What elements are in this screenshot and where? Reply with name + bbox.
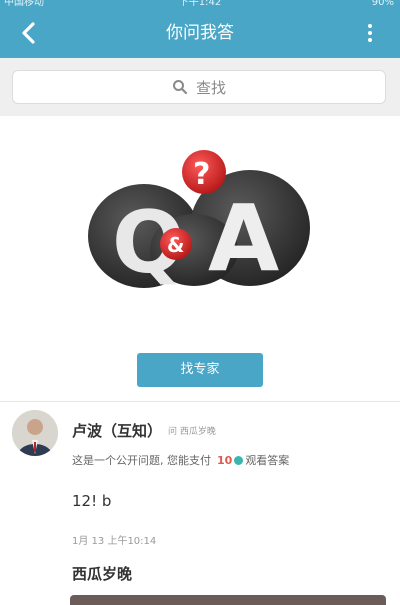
qa-banner: Q A & ? 找专家	[0, 116, 400, 401]
search-input[interactable]: 查找	[12, 70, 386, 104]
status-bar: 中国移动 下午1:42 90%	[0, 0, 400, 10]
status-time: 下午1:42	[178, 0, 222, 8]
search-area: 查找	[0, 58, 400, 116]
page-title: 你问我答	[166, 23, 234, 43]
battery-level: 90%	[371, 0, 394, 8]
qa-logo-icon: Q A & ?	[88, 150, 310, 293]
question-body: 12! b	[72, 492, 112, 510]
answer-author[interactable]: 西瓜岁晚	[72, 563, 132, 584]
question-text: 这是一个公开问题, 您能支付	[72, 454, 211, 467]
svg-text:&: &	[167, 233, 184, 257]
view-answer-link[interactable]: 观看答案	[245, 452, 289, 468]
asked-to-label: 问 西瓜岁晚	[168, 427, 216, 437]
more-dot-icon	[368, 31, 372, 35]
question-price-line: 这是一个公开问题, 您能支付 10 观看答案	[72, 452, 289, 468]
user-name[interactable]: 卢波（互知）	[72, 420, 162, 441]
more-dot-icon	[368, 38, 372, 42]
coin-icon	[234, 455, 244, 465]
svg-text:?: ?	[193, 157, 210, 192]
question-card[interactable]: 卢波（互知） 问 西瓜岁晚 这是一个公开问题, 您能支付 10 观看答案 12!…	[0, 402, 400, 605]
more-dot-icon	[368, 24, 372, 28]
find-expert-button[interactable]: 找专家	[137, 353, 263, 387]
avatar[interactable]	[12, 410, 58, 456]
more-menu-button[interactable]	[366, 24, 374, 46]
timestamp: 1月 13 上午10:14	[72, 536, 157, 547]
svg-text:A: A	[208, 185, 279, 292]
answer-media-thumbnail[interactable]	[70, 595, 386, 605]
search-placeholder: 查找	[195, 78, 226, 97]
app-header: 中国移动 下午1:42 90% 你问我答	[0, 0, 400, 58]
price-value: 10	[217, 453, 233, 467]
person-avatar-icon	[12, 410, 58, 456]
search-icon	[172, 80, 188, 95]
